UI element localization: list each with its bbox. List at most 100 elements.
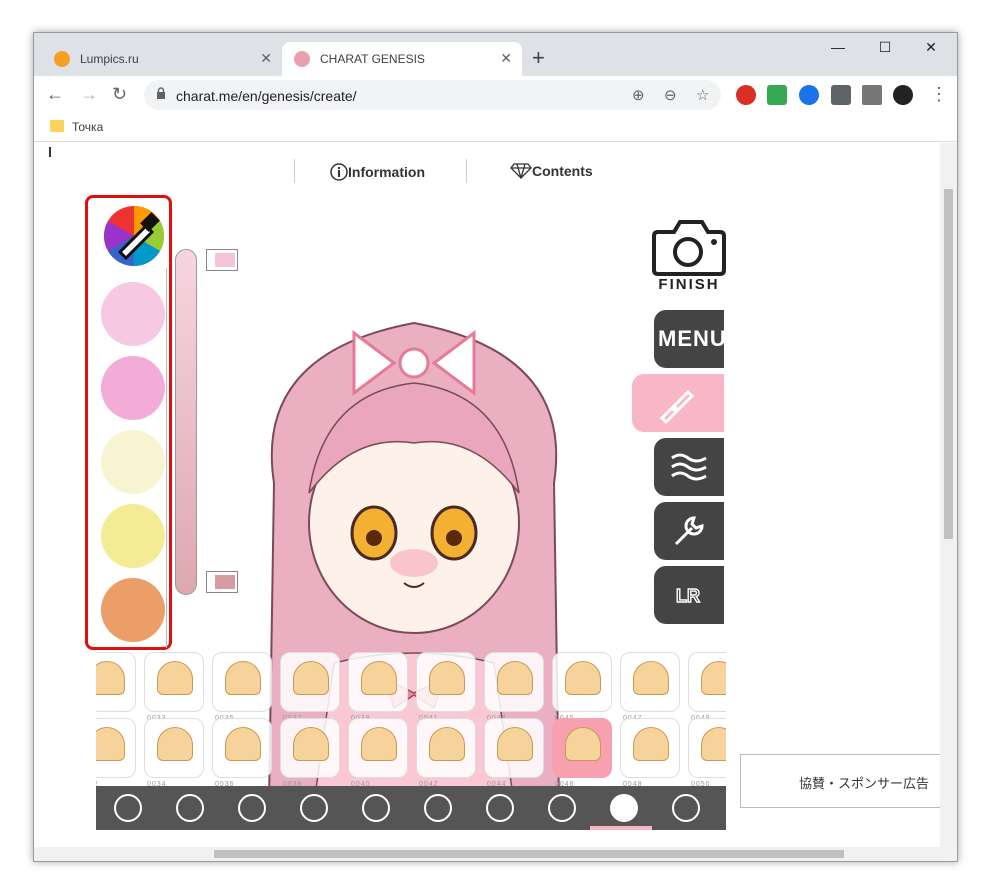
media-queue-icon[interactable] [862,85,882,105]
color-swatch-2[interactable] [101,356,165,420]
category-face-icon[interactable] [176,794,204,822]
hair-part-0041[interactable]: 0041 [416,652,476,722]
hair-part-0050[interactable]: 0050 [688,718,726,788]
finish-button[interactable]: FINISH [652,218,726,298]
bookmark-tochka[interactable]: Точка [72,120,103,134]
nav-information-label: Information [348,164,425,180]
hair-part-0048[interactable]: 0048 [620,718,680,788]
tab-title: Lumpics.ru [80,52,139,66]
nav-information[interactable]: Information [330,163,425,181]
info-icon [330,163,348,181]
hair-part-0047[interactable]: 0047 [620,652,680,722]
tab-close-icon[interactable]: ✕ [500,50,512,67]
hair-part-0037[interactable]: 0037 [280,652,340,722]
hair-thumbnail-icon [361,661,397,695]
tab-lumpics[interactable]: Lumpics.ru ✕ [42,42,282,76]
maximize-button[interactable]: ☐ [862,39,908,56]
tab-strip: Lumpics.ru ✕ CHARAT GENESIS ✕ + — ☐ ✕ [34,33,957,76]
flip-button[interactable]: LR [654,566,724,624]
diamond-icon [510,163,532,179]
text-caret [49,147,51,157]
hair-part-0035[interactable]: 0035 [212,652,272,722]
hair-part-0036[interactable]: 0036 [212,718,272,788]
lock-icon [157,87,165,99]
hair-part-0038[interactable]: 0038 [280,718,340,788]
category-mouth-icon[interactable] [424,794,452,822]
color-swatch-1[interactable] [101,282,165,346]
extension-globe-icon[interactable] [799,85,819,105]
hair-part-0033[interactable]: 0033 [144,652,204,722]
profile-avatar[interactable] [893,85,913,105]
url-text: charat.me/en/genesis/create/ [176,88,357,104]
pattern-button[interactable] [654,438,724,496]
extensions-puzzle-icon[interactable] [831,85,851,105]
more-menu-icon[interactable]: ⋮ [930,84,948,105]
add-icon[interactable]: ⊕ [632,86,645,104]
horizontal-scrollbar[interactable] [34,847,957,861]
slider-bottom-handle[interactable] [206,571,238,593]
hair-part-0046[interactable]: 0046 [552,718,612,788]
hair-thumbnail-icon [429,727,465,761]
hair-part-0034[interactable]: 0034 [144,718,204,788]
extension-music-icon[interactable] [767,85,787,105]
browser-toolbar: ← → ↻ charat.me/en/genesis/create/ ⊕ ⊖ ☆… [34,76,957,114]
color-swatch-5[interactable] [101,578,165,642]
bookmark-star-icon[interactable]: ☆ [696,86,709,104]
hair-part-0031[interactable]: 0031 [96,652,136,722]
category-ears-icon[interactable] [548,794,576,822]
category-hair-icon[interactable] [610,794,638,822]
hair-thumbnail-icon [633,661,669,695]
hair-thumbnail-icon [293,727,329,761]
category-outline-icon[interactable] [486,794,514,822]
minimize-button[interactable]: — [815,39,861,55]
hair-thumbnail-icon [96,661,125,695]
tab-charat-genesis[interactable]: CHARAT GENESIS ✕ [282,42,522,76]
extension-opera-icon[interactable] [736,85,756,105]
sponsor-text: 協賛・スポンサー広告 [799,776,930,791]
hair-part-0043[interactable]: 0043 [484,652,544,722]
close-window-button[interactable]: ✕ [908,39,954,56]
color-swatch-4[interactable] [101,504,165,568]
tab-title: CHARAT GENESIS [320,52,425,66]
hair-thumbnail-icon [497,661,533,695]
category-eyes-icon[interactable] [300,794,328,822]
hair-part-0040[interactable]: 0040 [348,718,408,788]
menu-button[interactable]: MENU [654,310,727,368]
color-picker-eyedropper-icon[interactable] [102,204,166,268]
hair-part-0049[interactable]: 0049 [688,652,726,722]
new-tab-button[interactable]: + [532,45,545,71]
palette-scroll-divider[interactable] [166,268,167,648]
category-random-icon[interactable] [114,794,142,822]
folder-icon [50,120,64,132]
menu-label: MENU [658,326,727,351]
hair-part-0045[interactable]: 0045 [552,652,612,722]
hair-part-0039[interactable]: 0039 [348,652,408,722]
hair-thumbnail-icon [701,727,726,761]
address-bar[interactable]: charat.me/en/genesis/create/ ⊕ ⊖ ☆ [144,80,721,110]
slider-top-handle[interactable] [206,249,238,271]
tab-close-icon[interactable]: ✕ [260,50,272,67]
color-brightness-slider[interactable] [175,249,197,595]
zoom-out-icon[interactable]: ⊖ [664,86,677,104]
category-glasses-icon[interactable] [362,794,390,822]
back-icon[interactable]: ← [46,84,64,105]
hair-thumbnail-icon [497,727,533,761]
forward-icon[interactable]: → [80,84,98,105]
bookmarks-bar: Точка [34,114,957,142]
top-navigation: Information Contents [294,159,694,185]
color-swatch-3[interactable] [101,430,165,494]
nav-contents[interactable]: Contents [510,163,593,179]
category-face2-icon[interactable] [238,794,266,822]
hair-part-0032[interactable]: 0032 [96,718,136,788]
hair-part-0042[interactable]: 0042 [416,718,476,788]
category-back-hair-icon[interactable] [672,794,700,822]
reload-icon[interactable]: ↻ [112,84,127,105]
hair-part-0044[interactable]: 0044 [484,718,544,788]
vertical-scrollbar[interactable] [940,143,957,849]
paint-button[interactable] [632,374,724,432]
finish-label: FINISH [658,276,720,293]
settings-button[interactable] [654,502,724,560]
sponsor-ad[interactable]: 協賛・スポンサー広告 [740,754,940,808]
active-category-indicator [590,826,652,830]
hair-thumbnail-icon [633,727,669,761]
